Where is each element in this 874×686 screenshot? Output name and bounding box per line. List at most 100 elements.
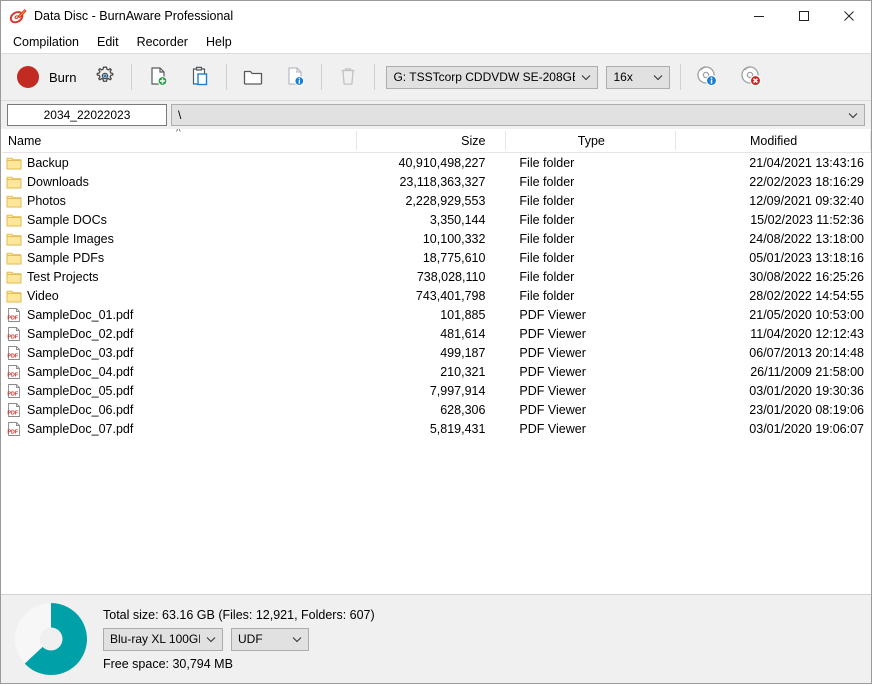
disc-info-button[interactable] [690, 60, 724, 94]
row-modified-cell: 21/05/2020 10:53:00 [676, 308, 871, 322]
table-row[interactable]: Backup40,910,498,227File folder21/04/202… [2, 153, 871, 172]
column-header-size[interactable]: Size [357, 129, 507, 152]
row-type-cell: File folder [506, 270, 676, 284]
row-name-label: SampleDoc_04.pdf [27, 365, 133, 379]
chevron-down-icon [200, 636, 222, 643]
row-type-cell: File folder [506, 232, 676, 246]
toolbar-separator [131, 64, 132, 90]
row-name-label: Sample Images [27, 232, 114, 246]
column-header-size-label: Size [461, 134, 485, 148]
compilation-tab[interactable]: 2034_22022023 [7, 104, 167, 126]
drive-select-value: G: TSSTcorp CDDVDW SE-208GB [393, 70, 575, 84]
folder-icon [6, 288, 22, 304]
media-type-value: Blu-ray XL 100GB [110, 632, 200, 646]
row-name-cell: PDFSampleDoc_03.pdf [2, 345, 357, 361]
file-info-button[interactable] [278, 60, 312, 94]
row-type-cell: File folder [506, 289, 676, 303]
path-select[interactable]: \ [171, 104, 865, 126]
row-name-cell: Sample Images [2, 231, 357, 247]
disc-erase-icon [739, 64, 763, 91]
media-type-select[interactable]: Blu-ray XL 100GB [103, 628, 223, 651]
row-size-cell: 23,118,363,327 [357, 175, 507, 189]
filesystem-select[interactable]: UDF [231, 628, 309, 651]
row-modified-cell: 24/08/2022 13:18:00 [676, 232, 871, 246]
row-type-cell: PDF Viewer [506, 422, 676, 436]
row-name-label: SampleDoc_01.pdf [27, 308, 133, 322]
erase-disc-button[interactable] [734, 60, 768, 94]
row-name-cell: Sample PDFs [2, 250, 357, 266]
svg-text:PDF: PDF [7, 315, 18, 321]
folder-icon [6, 193, 22, 209]
maximize-icon[interactable] [781, 1, 826, 31]
row-modified-cell: 11/04/2020 12:12:43 [676, 327, 871, 341]
table-row[interactable]: PDFSampleDoc_07.pdf5,819,431PDF Viewer03… [2, 419, 871, 438]
row-name-label: SampleDoc_06.pdf [27, 403, 133, 417]
table-row[interactable]: PDFSampleDoc_05.pdf7,997,914PDF Viewer03… [2, 381, 871, 400]
table-row[interactable]: PDFSampleDoc_01.pdf101,885PDF Viewer21/0… [2, 305, 871, 324]
row-modified-cell: 23/01/2020 08:19:06 [676, 403, 871, 417]
column-header-type[interactable]: Type [506, 129, 676, 152]
options-button[interactable] [88, 60, 122, 94]
gear-icon [94, 65, 116, 90]
file-list-rows: Backup40,910,498,227File folder21/04/202… [2, 153, 871, 594]
speed-select[interactable]: 16x [606, 66, 670, 89]
app-window: Data Disc - BurnAware Professional Compi… [0, 0, 872, 684]
row-type-cell: File folder [506, 175, 676, 189]
row-size-cell: 210,321 [357, 365, 507, 379]
table-row[interactable]: PDFSampleDoc_06.pdf628,306PDF Viewer23/0… [2, 400, 871, 419]
add-files-button[interactable] [141, 60, 175, 94]
row-size-cell: 628,306 [357, 403, 507, 417]
menu-item-compilation[interactable]: Compilation [9, 33, 87, 51]
delete-button[interactable] [331, 60, 365, 94]
table-row[interactable]: PDFSampleDoc_04.pdf210,321PDF Viewer26/1… [2, 362, 871, 381]
minimize-icon[interactable] [736, 1, 781, 31]
row-name-label: SampleDoc_03.pdf [27, 346, 133, 360]
row-type-cell: File folder [506, 251, 676, 265]
svg-text:PDF: PDF [7, 429, 18, 435]
toolbar-separator [321, 64, 322, 90]
row-modified-cell: 28/02/2022 14:54:55 [676, 289, 871, 303]
table-row[interactable]: Sample PDFs18,775,610File folder05/01/20… [2, 248, 871, 267]
row-name-cell: Test Projects [2, 269, 357, 285]
trash-icon [337, 65, 359, 90]
row-modified-cell: 21/04/2021 13:43:16 [676, 156, 871, 170]
menu-bar: Compilation Edit Recorder Help [1, 31, 871, 53]
row-name-cell: PDFSampleDoc_05.pdf [2, 383, 357, 399]
pdf-icon: PDF [6, 421, 22, 437]
status-bar: Total size: 63.16 GB (Files: 12,921, Fol… [1, 594, 871, 683]
menu-item-recorder[interactable]: Recorder [133, 33, 196, 51]
table-row[interactable]: Video743,401,798File folder28/02/2022 14… [2, 286, 871, 305]
table-row[interactable]: PDFSampleDoc_03.pdf499,187PDF Viewer06/0… [2, 343, 871, 362]
row-name-cell: PDFSampleDoc_02.pdf [2, 326, 357, 342]
table-row[interactable]: Photos2,228,929,553File folder12/09/2021… [2, 191, 871, 210]
row-type-cell: PDF Viewer [506, 365, 676, 379]
drive-select[interactable]: G: TSSTcorp CDDVDW SE-208GB [386, 66, 598, 89]
table-row[interactable]: Downloads23,118,363,327File folder22/02/… [2, 172, 871, 191]
close-icon[interactable] [826, 1, 871, 31]
table-row[interactable]: Sample DOCs3,350,144File folder15/02/202… [2, 210, 871, 229]
row-modified-cell: 30/08/2022 16:25:26 [676, 270, 871, 284]
row-name-label: Test Projects [27, 270, 99, 284]
toolbar-separator [680, 64, 681, 90]
column-divider[interactable] [870, 131, 871, 150]
row-type-cell: File folder [506, 194, 676, 208]
paste-button[interactable] [183, 60, 217, 94]
row-size-cell: 10,100,332 [357, 232, 507, 246]
column-headers: Name ^ Size Type Modified [2, 129, 871, 153]
add-folder-button[interactable] [236, 60, 270, 94]
row-name-cell: PDFSampleDoc_04.pdf [2, 364, 357, 380]
table-row[interactable]: Sample Images 10,100,332File folder24/08/… [2, 229, 871, 248]
table-row[interactable]: Test Projects738,028,110File folder30/08… [2, 267, 871, 286]
window-controls [736, 1, 871, 31]
menu-item-edit[interactable]: Edit [93, 33, 127, 51]
row-name-label: Downloads [27, 175, 89, 189]
column-header-modified[interactable]: Modified [676, 129, 871, 152]
column-header-name[interactable]: Name ^ [2, 129, 357, 152]
menu-item-help[interactable]: Help [202, 33, 240, 51]
burn-button-label: Burn [49, 70, 76, 85]
table-row[interactable]: PDFSampleDoc_02.pdf481,614PDF Viewer11/0… [2, 324, 871, 343]
row-name-label: Photos [27, 194, 66, 208]
column-header-type-label: Type [578, 134, 605, 148]
burn-button[interactable]: Burn [11, 60, 82, 94]
row-name-cell: Photos [2, 193, 357, 209]
